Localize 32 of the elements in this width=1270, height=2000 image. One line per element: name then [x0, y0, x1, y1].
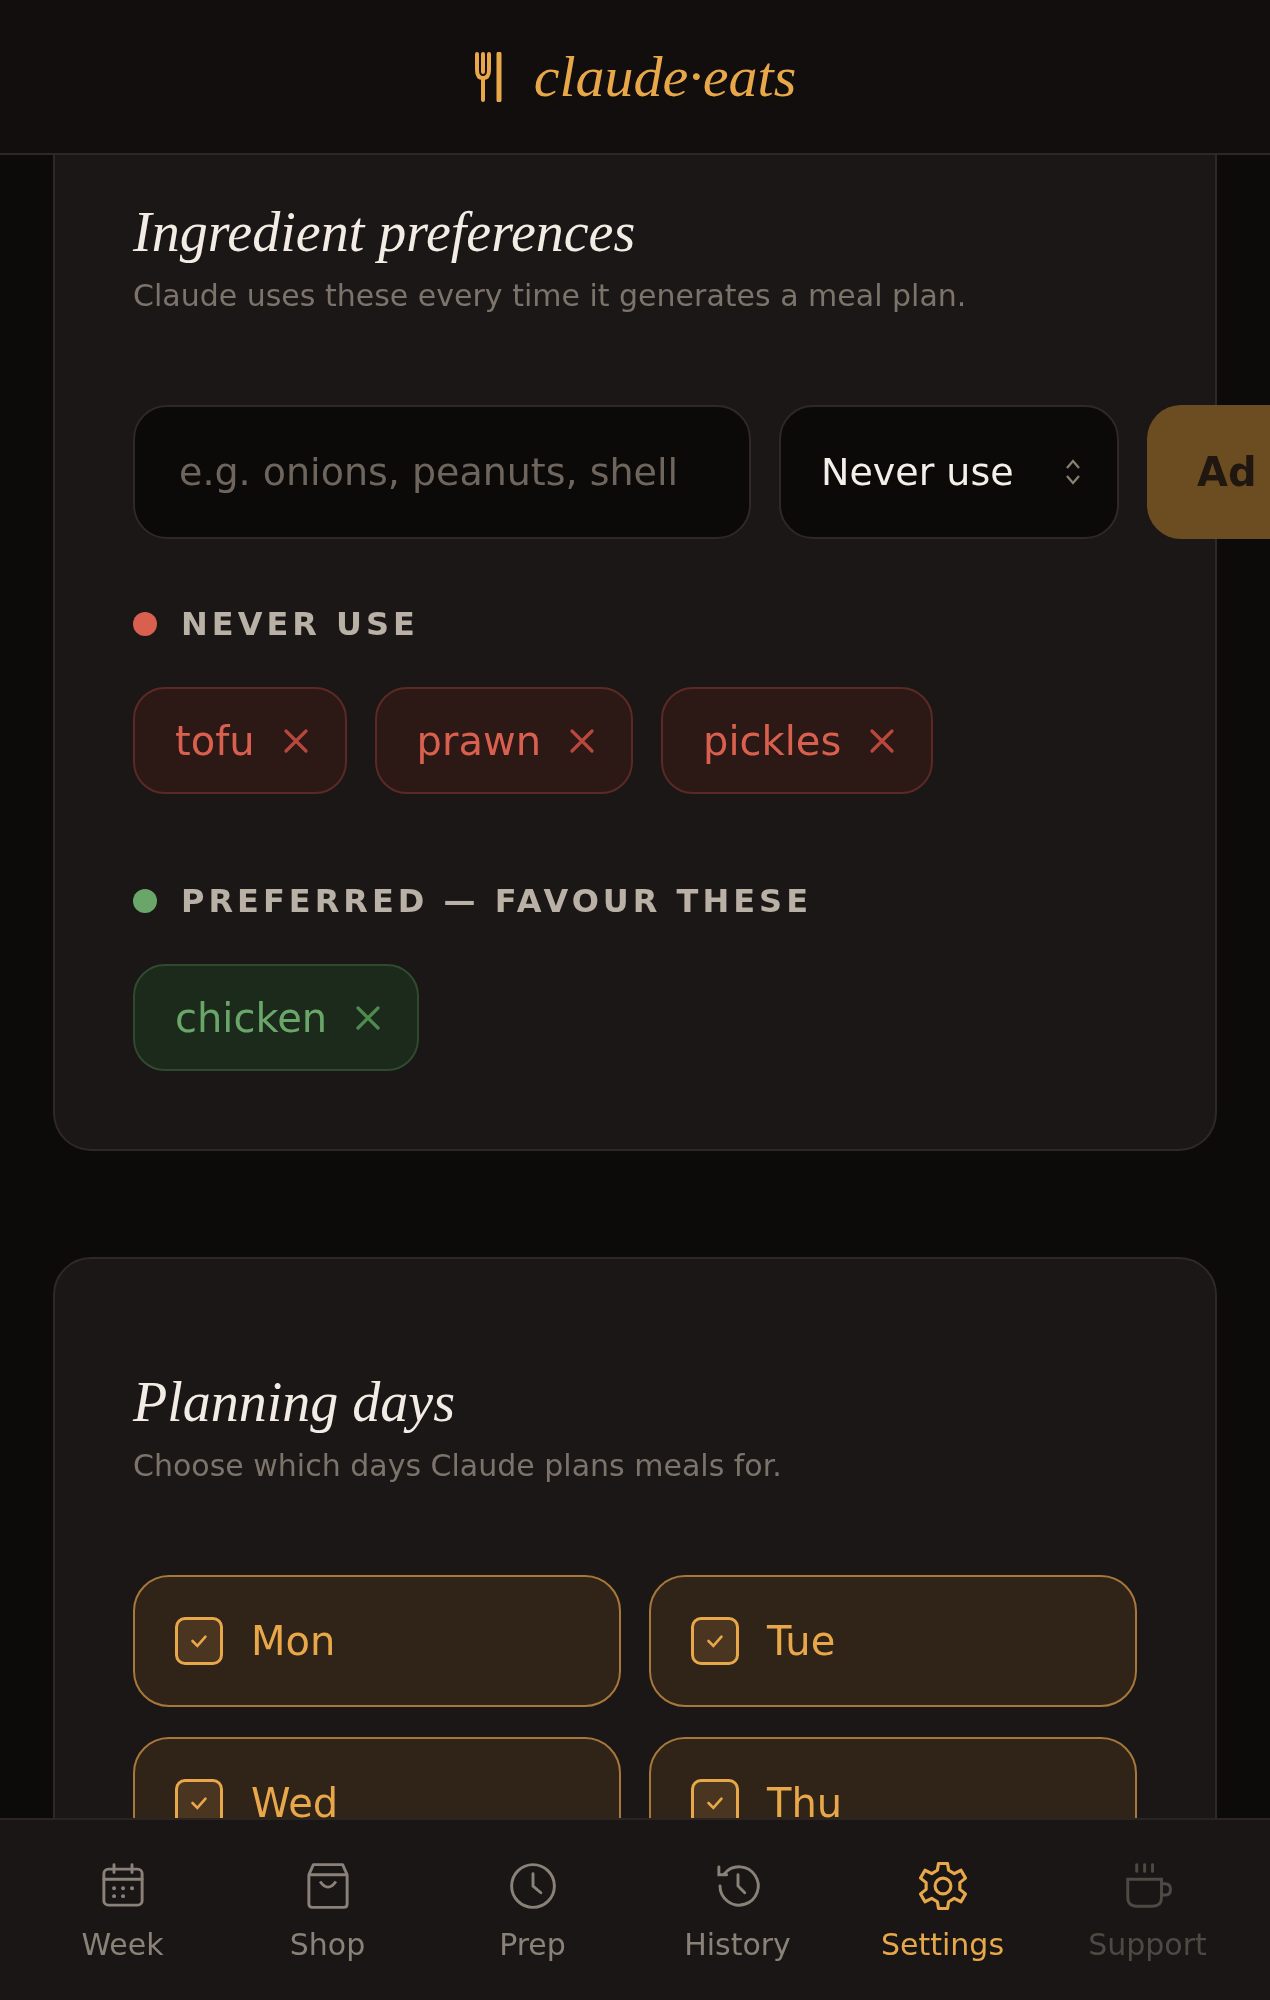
section-subtitle: Choose which days Claude plans meals for. — [133, 1448, 783, 1484]
day-option[interactable]: Thu — [649, 1737, 1137, 1818]
day-label: Mon — [251, 1618, 336, 1665]
ingredient-input[interactable]: e.g. onions, peanuts, shell — [133, 405, 751, 540]
nav-tab[interactable]: Shop — [232, 1858, 423, 1962]
checkbox[interactable] — [691, 1779, 739, 1818]
chip-label: prawn — [416, 717, 541, 764]
day-label: Tue — [767, 1618, 836, 1665]
chip-label: chicken — [175, 994, 328, 1041]
day-label: Thu — [767, 1780, 843, 1818]
chip-label: pickles — [703, 717, 842, 764]
group-label: NEVER USE — [181, 605, 419, 644]
day-label: Wed — [251, 1780, 339, 1818]
nav-tab[interactable]: Settings — [847, 1858, 1038, 1962]
day-option[interactable]: Wed — [133, 1737, 621, 1818]
chip-label: tofu — [175, 717, 255, 764]
group-label: PREFERRED — FAVOUR THESE — [181, 882, 812, 921]
chevron-updown-icon — [1065, 458, 1081, 487]
day-option[interactable]: Tue — [649, 1575, 1137, 1708]
fork-knife-icon — [473, 51, 504, 102]
nav-tab[interactable]: Week — [27, 1858, 218, 1962]
checkbox[interactable] — [175, 1779, 223, 1818]
nav-tab[interactable]: Prep — [437, 1858, 628, 1962]
day-option[interactable]: Mon — [133, 1575, 621, 1708]
section-subtitle: Claude uses these every time it generates a meal plan. — [133, 278, 968, 314]
brand-name: claude·eats — [533, 43, 797, 110]
checkbox[interactable] — [691, 1617, 739, 1666]
checkbox[interactable] — [175, 1617, 223, 1666]
preference-select[interactable]: Never use — [779, 405, 1119, 540]
nav-tab[interactable]: History — [642, 1858, 833, 1962]
section-title: Ingredient preferences — [133, 200, 637, 265]
section-title: Planning days — [133, 1370, 456, 1436]
